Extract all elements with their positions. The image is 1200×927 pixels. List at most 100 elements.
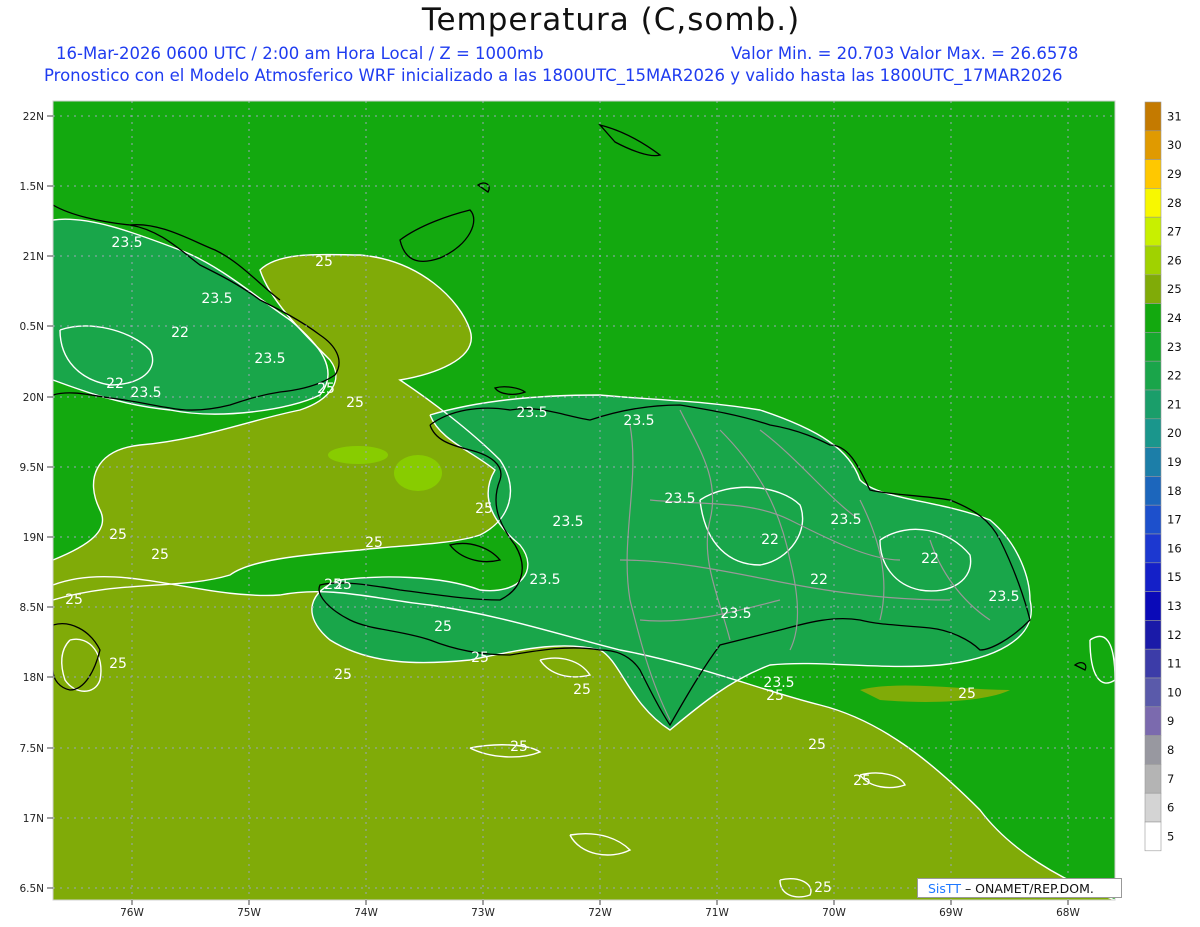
colorbar-label: 16: [1167, 541, 1182, 555]
lon-label: 74W: [354, 907, 378, 919]
contour-label: 25: [471, 650, 489, 666]
contour-label: 23.5: [516, 405, 547, 421]
colorbar-swatch: [1144, 389, 1162, 420]
colorbar-label: 11: [1167, 657, 1182, 671]
contour-label: 23.5: [664, 491, 695, 507]
contour-label: 25: [808, 737, 826, 753]
lon-label: 73W: [471, 907, 495, 919]
lat-label: 1.5N: [19, 181, 44, 193]
colorbar-swatch: [1144, 303, 1162, 333]
colorbar-label: 24: [1167, 311, 1182, 325]
warm-patch-26: [394, 455, 442, 491]
credit-text: – ONAMET/REP.DOM.: [960, 881, 1094, 896]
contour-label: 23.5: [201, 291, 232, 307]
contour-label: 25: [573, 682, 591, 698]
colorbar-swatch: [1144, 792, 1162, 823]
colorbar-label: 22: [1167, 369, 1182, 383]
contour-label: 25: [814, 880, 832, 896]
contour-label: 23.5: [720, 606, 751, 622]
lat-label: 22N: [23, 111, 44, 123]
colorbar-label: 31: [1167, 109, 1182, 123]
contour-label: 23.5: [130, 385, 161, 401]
colorbar-swatch: [1144, 533, 1162, 564]
lat-label: 7.5N: [19, 743, 44, 755]
temperature-map: 23.5 23.5 22 22 23.5 23.5 25 25 25 25 25 25 25 25 25 23…: [19, 100, 1116, 919]
contour-label: 25: [109, 527, 127, 543]
contour-label: 23.5: [552, 514, 583, 530]
contour-label: 25: [315, 254, 333, 270]
brand-logo-text: SisTT: [928, 881, 961, 896]
lon-label: 68W: [1056, 907, 1080, 919]
colorbar-swatch: [1144, 130, 1162, 160]
colorbar-swatch: [1144, 418, 1162, 448]
colorbar-swatch: [1144, 504, 1162, 535]
lat-label: 9.5N: [19, 462, 44, 474]
lat-label: 17N: [23, 813, 44, 825]
contour-label: 22: [921, 551, 939, 567]
credit-box: SisTT – ONAMET/REP.DOM.: [917, 878, 1122, 898]
colorbar-label: 27: [1167, 225, 1182, 239]
contour-label: 25: [317, 381, 335, 397]
contour-label: 25: [958, 686, 976, 702]
warm-patch-26b: [328, 446, 388, 464]
colorbar-label: 25: [1167, 282, 1182, 296]
contour-label: 25: [346, 395, 364, 411]
contour-label: 25: [365, 535, 383, 551]
contour-label: 22: [761, 532, 779, 548]
latitude-axis: 22N 1.5N 21N 0.5N 20N 9.5N 19N 8.5N 18N 7.5N 17N 6.…: [19, 111, 53, 895]
colorbar-label: 21: [1167, 397, 1182, 411]
lon-label: 72W: [588, 907, 612, 919]
lon-label: 76W: [120, 907, 144, 919]
contour-label: 25: [766, 688, 784, 704]
contour-label: 25: [434, 619, 452, 635]
colorbar-label: 18: [1167, 484, 1182, 498]
lat-label: 18N: [23, 672, 44, 684]
colorbar-swatch: [1144, 648, 1162, 679]
colorbar: 31 30 29 28 27 26 25 24 23 22 21 20 19 18 17 16 15 13 12 11…: [1144, 101, 1182, 852]
map-plot-area: 23.5 23.5 22 22 23.5 23.5 25 25 25 25 25 25 25 25 25 23…: [53, 101, 1115, 900]
colorbar-label: 9: [1167, 714, 1174, 728]
lon-label: 69W: [939, 907, 963, 919]
colorbar-swatch: [1144, 620, 1162, 650]
colorbar-swatch: [1144, 821, 1162, 852]
colorbar-swatch: [1144, 735, 1162, 765]
colorbar-label: 28: [1167, 196, 1182, 210]
colorbar-label: 20: [1167, 426, 1182, 440]
lat-label: 6.5N: [19, 883, 44, 895]
colorbar-swatch: [1144, 274, 1162, 304]
colorbar-label: 7: [1167, 772, 1174, 786]
contour-label: 23.5: [830, 512, 861, 528]
lon-label: 75W: [237, 907, 261, 919]
colorbar-label: 23: [1167, 340, 1182, 354]
colorbar-swatch: [1144, 332, 1162, 362]
lat-label: 19N: [23, 532, 44, 544]
colorbar-label: 30: [1167, 138, 1182, 152]
lat-label: 0.5N: [19, 321, 44, 333]
colorbar-label: 17: [1167, 513, 1182, 527]
colorbar-swatch: [1144, 101, 1162, 132]
contour-label: 22: [171, 325, 189, 341]
colorbar-swatch: [1144, 188, 1162, 218]
contour-label: 23.5: [254, 351, 285, 367]
contour-label: 25: [334, 667, 352, 683]
contour-label: 22: [810, 572, 828, 588]
colorbar-swatch: [1144, 476, 1162, 506]
colorbar-label: 8: [1167, 743, 1174, 757]
contour-label: 25: [109, 656, 127, 672]
contour-label: 23.5: [111, 235, 142, 251]
colorbar-swatch: [1144, 677, 1162, 708]
colorbar-swatch: [1144, 591, 1162, 621]
contour-label: 25: [324, 577, 342, 593]
colorbar-swatch: [1144, 245, 1162, 276]
lat-label: 21N: [23, 251, 44, 263]
contour-label: 25: [475, 501, 493, 517]
colorbar-label: 5: [1167, 829, 1174, 843]
colorbar-label: 13: [1167, 599, 1182, 613]
lon-label: 71W: [705, 907, 729, 919]
colorbar-label: 29: [1167, 167, 1182, 181]
colorbar-label: 26: [1167, 253, 1182, 267]
colorbar-swatch: [1144, 706, 1162, 736]
colorbar-label: 15: [1167, 570, 1182, 584]
colorbar-swatch: [1144, 216, 1162, 247]
colorbar-swatch: [1144, 764, 1162, 794]
